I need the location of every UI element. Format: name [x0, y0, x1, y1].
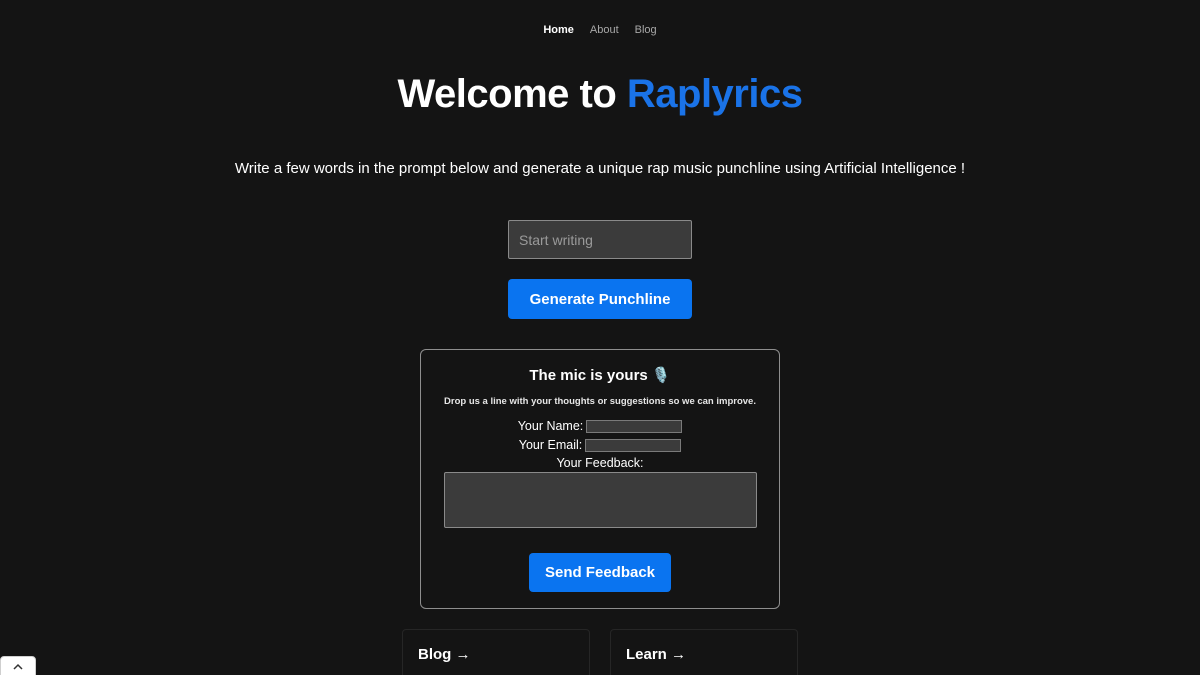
- brand-name: Raplyrics: [626, 72, 803, 116]
- feedback-card: The mic is yours 🎙️ Drop us a line with …: [420, 349, 780, 609]
- email-field[interactable]: [585, 438, 682, 452]
- blog-link-label: Blog →: [418, 646, 471, 663]
- feedback-label-row: Your Feedback:: [421, 456, 779, 470]
- prompt-input[interactable]: [508, 220, 692, 259]
- chevron-up-icon: [13, 663, 23, 670]
- scroll-up-button[interactable]: [0, 656, 36, 675]
- feedback-description: Drop us a line with your thoughts or sug…: [444, 396, 756, 407]
- learn-link-label: Learn →: [626, 646, 687, 663]
- page: Home About Blog Welcome to Raplyrics Wri…: [0, 0, 1200, 675]
- blog-link-card[interactable]: Blog →: [402, 629, 590, 675]
- page-subtitle: Write a few words in the prompt below an…: [234, 160, 966, 177]
- feedback-textarea[interactable]: [444, 472, 757, 528]
- send-feedback-button[interactable]: Send Feedback: [529, 553, 671, 592]
- feedback-title: The mic is yours 🎙️: [529, 367, 671, 384]
- nav-about[interactable]: About: [590, 24, 619, 36]
- top-nav: Home About Blog: [0, 24, 1200, 36]
- generate-punchline-button[interactable]: Generate Punchline: [508, 279, 692, 319]
- feedback-label: Your Feedback:: [556, 456, 644, 470]
- nav-blog[interactable]: Blog: [635, 24, 657, 36]
- name-row: Your Name:: [421, 419, 779, 433]
- learn-link-card[interactable]: Learn →: [610, 629, 798, 675]
- name-label: Your Name:: [517, 419, 584, 433]
- name-field[interactable]: [586, 419, 683, 433]
- email-row: Your Email:: [421, 438, 779, 452]
- email-label: Your Email:: [518, 438, 583, 452]
- title-prefix: Welcome to: [397, 72, 627, 116]
- page-title: Welcome to Raplyrics: [0, 72, 1200, 117]
- nav-home[interactable]: Home: [543, 24, 574, 36]
